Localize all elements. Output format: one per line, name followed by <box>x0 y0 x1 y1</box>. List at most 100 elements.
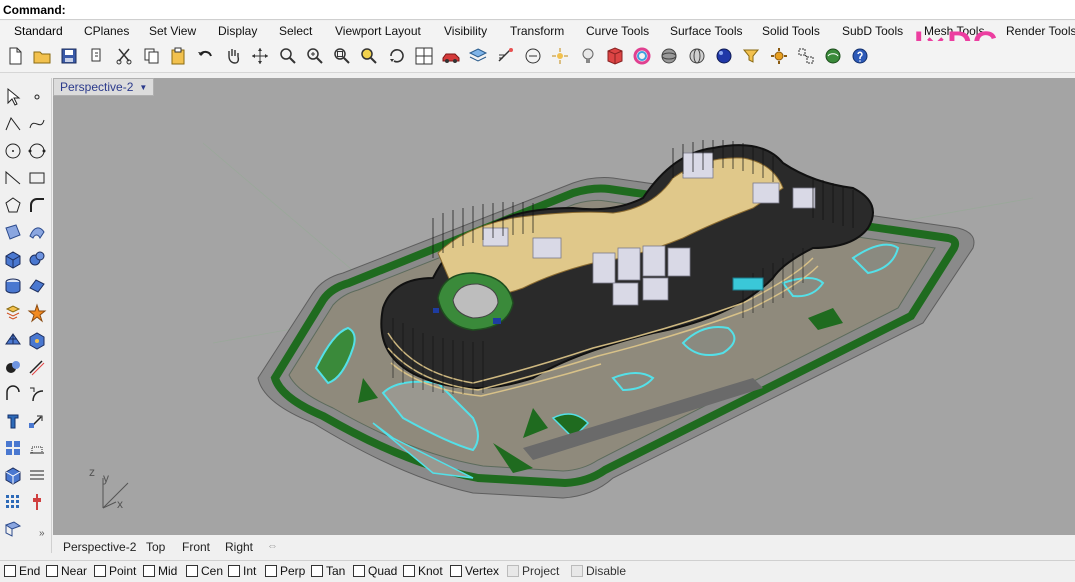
move-icon[interactable] <box>26 410 48 432</box>
surface-icon[interactable] <box>2 221 24 243</box>
array-icon[interactable] <box>2 410 24 432</box>
control-points-icon[interactable] <box>767 44 791 68</box>
new-icon[interactable] <box>3 44 27 68</box>
osnap-near[interactable]: Near <box>46 564 87 578</box>
viewport-title[interactable]: Perspective-2 ▼ <box>53 78 155 96</box>
osnap-vertex-checkbox[interactable] <box>450 565 462 577</box>
rectangle-icon[interactable] <box>26 167 48 189</box>
osnap-project[interactable]: Project <box>507 564 559 578</box>
tab-right[interactable]: Right <box>225 540 253 554</box>
pan-icon[interactable] <box>221 44 245 68</box>
osnap-knot-checkbox[interactable] <box>403 565 415 577</box>
osnap-mid-checkbox[interactable] <box>143 565 155 577</box>
osnap-quad-checkbox[interactable] <box>353 565 365 577</box>
boolean-icon[interactable] <box>2 302 24 324</box>
properties-icon[interactable] <box>494 44 518 68</box>
render-color-icon[interactable] <box>603 44 627 68</box>
osnap-perp-checkbox[interactable] <box>265 565 277 577</box>
tab-curve-tools[interactable]: Curve Tools <box>586 24 649 38</box>
viewport-perspective[interactable]: z y x Perspective-2 ▼ <box>53 78 1075 535</box>
osnap-vertex[interactable]: Vertex <box>450 564 499 578</box>
car-icon[interactable] <box>439 44 463 68</box>
osnap-tan[interactable]: Tan <box>311 564 345 578</box>
osnap-end-checkbox[interactable] <box>4 565 16 577</box>
tab-subd-tools[interactable]: SubD Tools <box>842 24 903 38</box>
osnap-knot[interactable]: Knot <box>403 564 443 578</box>
tab-top[interactable]: Top <box>146 540 165 554</box>
zoom-selected-icon[interactable] <box>357 44 381 68</box>
filter-icon[interactable] <box>739 44 763 68</box>
osnap-mid[interactable]: Mid <box>143 564 177 578</box>
osnap-int[interactable]: Int <box>228 564 256 578</box>
tab-visibility[interactable]: Visibility <box>444 24 487 38</box>
rotate-view-icon[interactable] <box>248 44 272 68</box>
sphere-render-icon[interactable] <box>630 44 654 68</box>
hide-icon[interactable] <box>576 44 600 68</box>
circle-icon[interactable] <box>2 140 24 162</box>
osnap-disable[interactable]: Disable <box>571 564 626 578</box>
four-viewports-icon[interactable] <box>412 44 436 68</box>
sphere-icon[interactable] <box>26 248 48 270</box>
box-icon[interactable] <box>2 248 24 270</box>
copy-icon[interactable] <box>139 44 163 68</box>
osnap-cen[interactable]: Cen <box>186 564 223 578</box>
sweep-icon[interactable] <box>26 221 48 243</box>
zoom-window-icon[interactable] <box>303 44 327 68</box>
explode-icon[interactable] <box>26 302 48 324</box>
point-edit-icon[interactable] <box>712 44 736 68</box>
osnap-point[interactable]: Point <box>94 564 136 578</box>
osnap-near-checkbox[interactable] <box>46 565 58 577</box>
text-icon[interactable] <box>2 383 24 405</box>
lighting-icon[interactable] <box>26 437 48 459</box>
analyze-icon[interactable] <box>821 44 845 68</box>
solid-edit-icon[interactable] <box>26 329 48 351</box>
render-icon[interactable] <box>2 437 24 459</box>
layers-icon[interactable] <box>466 44 490 68</box>
osnap-disable-checkbox[interactable] <box>571 565 583 577</box>
save-icon[interactable] <box>57 44 81 68</box>
polyline-icon[interactable] <box>2 113 24 135</box>
tab-standard[interactable]: Standard <box>14 24 63 38</box>
curve-icon[interactable] <box>26 113 48 135</box>
cplane-icon[interactable] <box>2 518 24 540</box>
shaded-sphere-icon[interactable] <box>685 44 709 68</box>
open-icon[interactable] <box>30 44 54 68</box>
tab-render-tools[interactable]: Render Tools <box>1006 24 1075 38</box>
print-icon[interactable] <box>84 44 108 68</box>
cylinder-icon[interactable] <box>2 275 24 297</box>
tab-viewport-layout[interactable]: Viewport Layout <box>335 24 421 38</box>
tab-cplanes[interactable]: CPlanes <box>84 24 129 38</box>
tab-select[interactable]: Select <box>279 24 312 38</box>
osnap-int-checkbox[interactable] <box>228 565 240 577</box>
osnap-perp[interactable]: Perp <box>265 564 305 578</box>
tab-transform[interactable]: Transform <box>510 24 564 38</box>
select-icon[interactable] <box>2 86 24 108</box>
zoom-icon[interactable] <box>276 44 300 68</box>
polygon-icon[interactable] <box>2 194 24 216</box>
osnap-tan-checkbox[interactable] <box>311 565 323 577</box>
mesh-icon[interactable] <box>2 329 24 351</box>
tweak-icon[interactable] <box>26 491 48 513</box>
left-toolbar-more[interactable]: » <box>39 528 45 539</box>
undo-icon[interactable] <box>194 44 218 68</box>
zoom-extents-icon[interactable] <box>330 44 354 68</box>
fillet-icon[interactable] <box>26 194 48 216</box>
tab-front[interactable]: Front <box>182 540 210 554</box>
circle-3pt-icon[interactable] <box>26 140 48 162</box>
grid-array-icon[interactable] <box>2 464 24 486</box>
osnap-quad[interactable]: Quad <box>353 564 397 578</box>
command-line[interactable]: Command: <box>0 0 1075 20</box>
osnap-cen-checkbox[interactable] <box>186 565 198 577</box>
analyze-grid-icon[interactable] <box>2 491 24 513</box>
offset-icon[interactable] <box>26 356 48 378</box>
tab-solid-tools[interactable]: Solid Tools <box>762 24 820 38</box>
rotate-camera-icon[interactable] <box>385 44 409 68</box>
arc-icon[interactable] <box>2 167 24 189</box>
extract-icon[interactable] <box>794 44 818 68</box>
dimension-icon[interactable] <box>26 383 48 405</box>
help-icon[interactable] <box>848 44 872 68</box>
tab-surface-tools[interactable]: Surface Tools <box>670 24 743 38</box>
osnap-end[interactable]: End <box>4 564 40 578</box>
point-icon[interactable] <box>26 86 48 108</box>
cut-icon[interactable] <box>112 44 136 68</box>
